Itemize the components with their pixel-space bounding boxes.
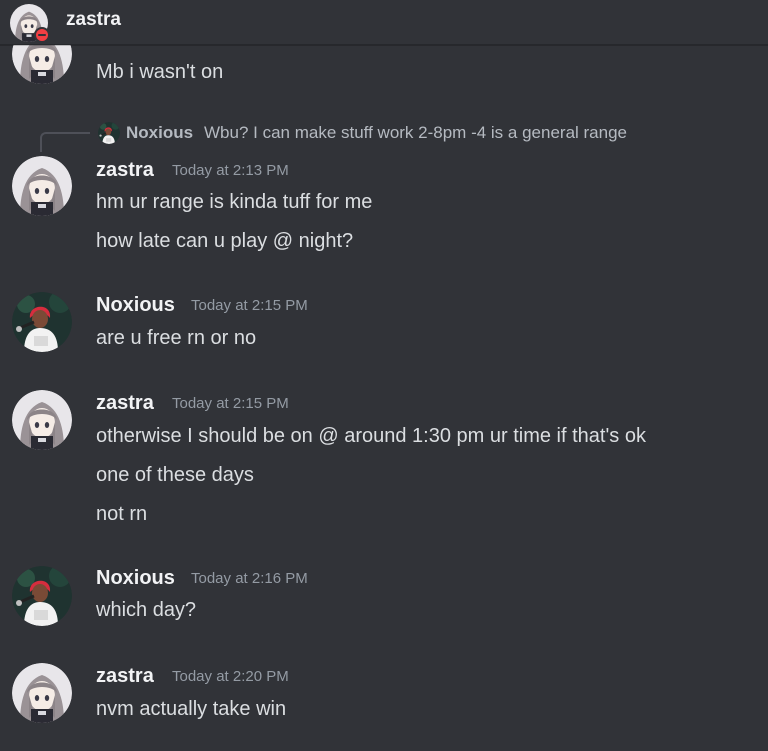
message-text: are u free rn or no <box>96 327 257 349</box>
avatar[interactable] <box>12 390 72 450</box>
message-text: otherwise I should be on @ around 1:30 p… <box>96 425 646 447</box>
message-author[interactable]: zastra <box>96 392 154 415</box>
message-text: Mb i wasn't on <box>96 61 224 83</box>
message-text: how late can u play @ night? <box>96 230 354 252</box>
message-text: not rn <box>96 503 148 525</box>
reply-avatar[interactable] <box>98 122 120 144</box>
message-timestamp: Today at 2:16 PM <box>191 570 308 587</box>
message-author[interactable]: Noxious <box>96 567 175 590</box>
avatar[interactable] <box>12 663 72 723</box>
message-author[interactable]: Noxious <box>96 294 175 317</box>
message-text: nvm actually take win <box>96 698 287 720</box>
message-timestamp: Today at 2:15 PM <box>172 395 289 412</box>
header-title[interactable]: zastra <box>66 9 121 31</box>
message-author[interactable]: zastra <box>96 159 154 182</box>
channel-header: zastra <box>0 0 768 45</box>
avatar[interactable] <box>12 566 72 626</box>
message-author[interactable]: zastra <box>96 665 154 688</box>
avatar[interactable] <box>12 292 72 352</box>
message-text: one of these days <box>96 464 254 486</box>
avatar[interactable] <box>12 156 72 216</box>
message-text: hm ur range is kinda tuff for me <box>96 191 373 213</box>
message-text: which day? <box>96 599 197 621</box>
message-timestamp: Today at 2:15 PM <box>191 297 308 314</box>
message-timestamp: Today at 2:13 PM <box>172 162 289 179</box>
dnd-status-icon <box>34 27 50 43</box>
reply-author[interactable]: Noxious <box>126 123 193 143</box>
reply-text[interactable]: Wbu? I can make stuff work 2-8pm -4 is a… <box>204 123 627 143</box>
message-timestamp: Today at 2:20 PM <box>172 668 289 685</box>
reply-connector <box>40 132 90 152</box>
